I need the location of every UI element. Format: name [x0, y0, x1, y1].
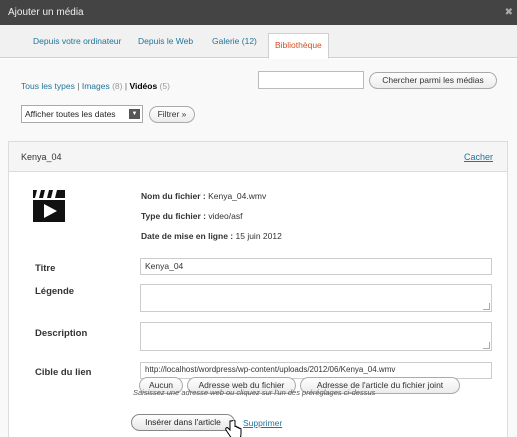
- insert-into-post-button[interactable]: Insérer dans l'article: [131, 414, 235, 431]
- tab-gallery[interactable]: Galerie (12): [212, 36, 257, 46]
- media-tabs: Depuis votre ordinateur Depuis le Web Ga…: [0, 25, 517, 59]
- filter-button[interactable]: Filtrer »: [149, 106, 195, 123]
- media-item-header: Kenya_04 Cacher: [9, 142, 507, 172]
- file-name-label: Nom du fichier :: [141, 191, 206, 201]
- file-name-value: Kenya_04.wmv: [208, 191, 267, 201]
- hand-cursor-icon: [225, 420, 242, 437]
- filter-images[interactable]: Images: [82, 81, 110, 91]
- hide-link[interactable]: Cacher: [464, 152, 493, 162]
- chevron-down-icon: ▼: [129, 109, 140, 119]
- type-filter-links: Tous les types | Images (8) | Vidéos (5): [21, 81, 170, 91]
- caption-label: Légende: [35, 286, 75, 297]
- filter-separator: |: [77, 81, 80, 91]
- media-search-input[interactable]: [258, 71, 364, 89]
- title-value: Kenya_04: [145, 261, 184, 271]
- file-type-value: video/asf: [208, 211, 243, 221]
- media-item-title: Kenya_04: [21, 152, 62, 162]
- filter-images-count: (8): [112, 81, 123, 91]
- link-target-label: Cible du lien: [35, 367, 92, 378]
- filter-videos[interactable]: Vidéos: [129, 81, 157, 91]
- tab-from-computer[interactable]: Depuis votre ordinateur: [33, 36, 121, 46]
- title-label: Titre: [35, 263, 56, 274]
- file-type-label: Type du fichier :: [141, 211, 207, 221]
- caption-field[interactable]: [140, 284, 492, 312]
- upload-date-label: Date de mise en ligne :: [141, 231, 234, 241]
- filter-videos-count: (5): [159, 81, 170, 91]
- file-type-row: Type du fichier : video/asf: [141, 211, 242, 221]
- upload-date-row: Date de mise en ligne : 15 juin 2012: [141, 231, 282, 241]
- dialog-titlebar: Ajouter un média ✖: [0, 0, 517, 25]
- date-filter-value: Afficher toutes les dates: [25, 109, 116, 119]
- link-help-text: Saisissez une adresse web ou cliquez sur…: [133, 388, 376, 397]
- filter-all-types[interactable]: Tous les types: [21, 81, 75, 91]
- description-field[interactable]: [140, 322, 492, 351]
- date-filter-select[interactable]: Afficher toutes les dates ▼: [21, 105, 143, 123]
- dialog-title: Ajouter un média: [8, 7, 84, 18]
- add-media-dialog: Ajouter un média ✖ Depuis votre ordinate…: [0, 0, 517, 437]
- video-clapper-icon: [33, 190, 65, 222]
- close-icon[interactable]: ✖: [505, 0, 513, 25]
- filter-separator: |: [124, 81, 128, 91]
- title-field[interactable]: Kenya_04: [140, 258, 492, 275]
- upload-date-value: 15 juin 2012: [235, 231, 282, 241]
- search-media-button[interactable]: Chercher parmi les médias: [369, 72, 497, 89]
- link-target-value: http://localhost/wordpress/wp-content/up…: [145, 365, 396, 374]
- description-label: Description: [35, 328, 88, 339]
- file-name-row: Nom du fichier : Kenya_04.wmv: [141, 191, 266, 201]
- resize-handle-icon[interactable]: [483, 342, 490, 349]
- delete-link[interactable]: Supprimer: [243, 418, 282, 428]
- tab-media-library[interactable]: Bibliothèque: [268, 33, 329, 59]
- library-panel: Tous les types | Images (8) | Vidéos (5)…: [0, 59, 517, 437]
- tab-from-web[interactable]: Depuis le Web: [138, 36, 193, 46]
- resize-handle-icon[interactable]: [483, 303, 490, 310]
